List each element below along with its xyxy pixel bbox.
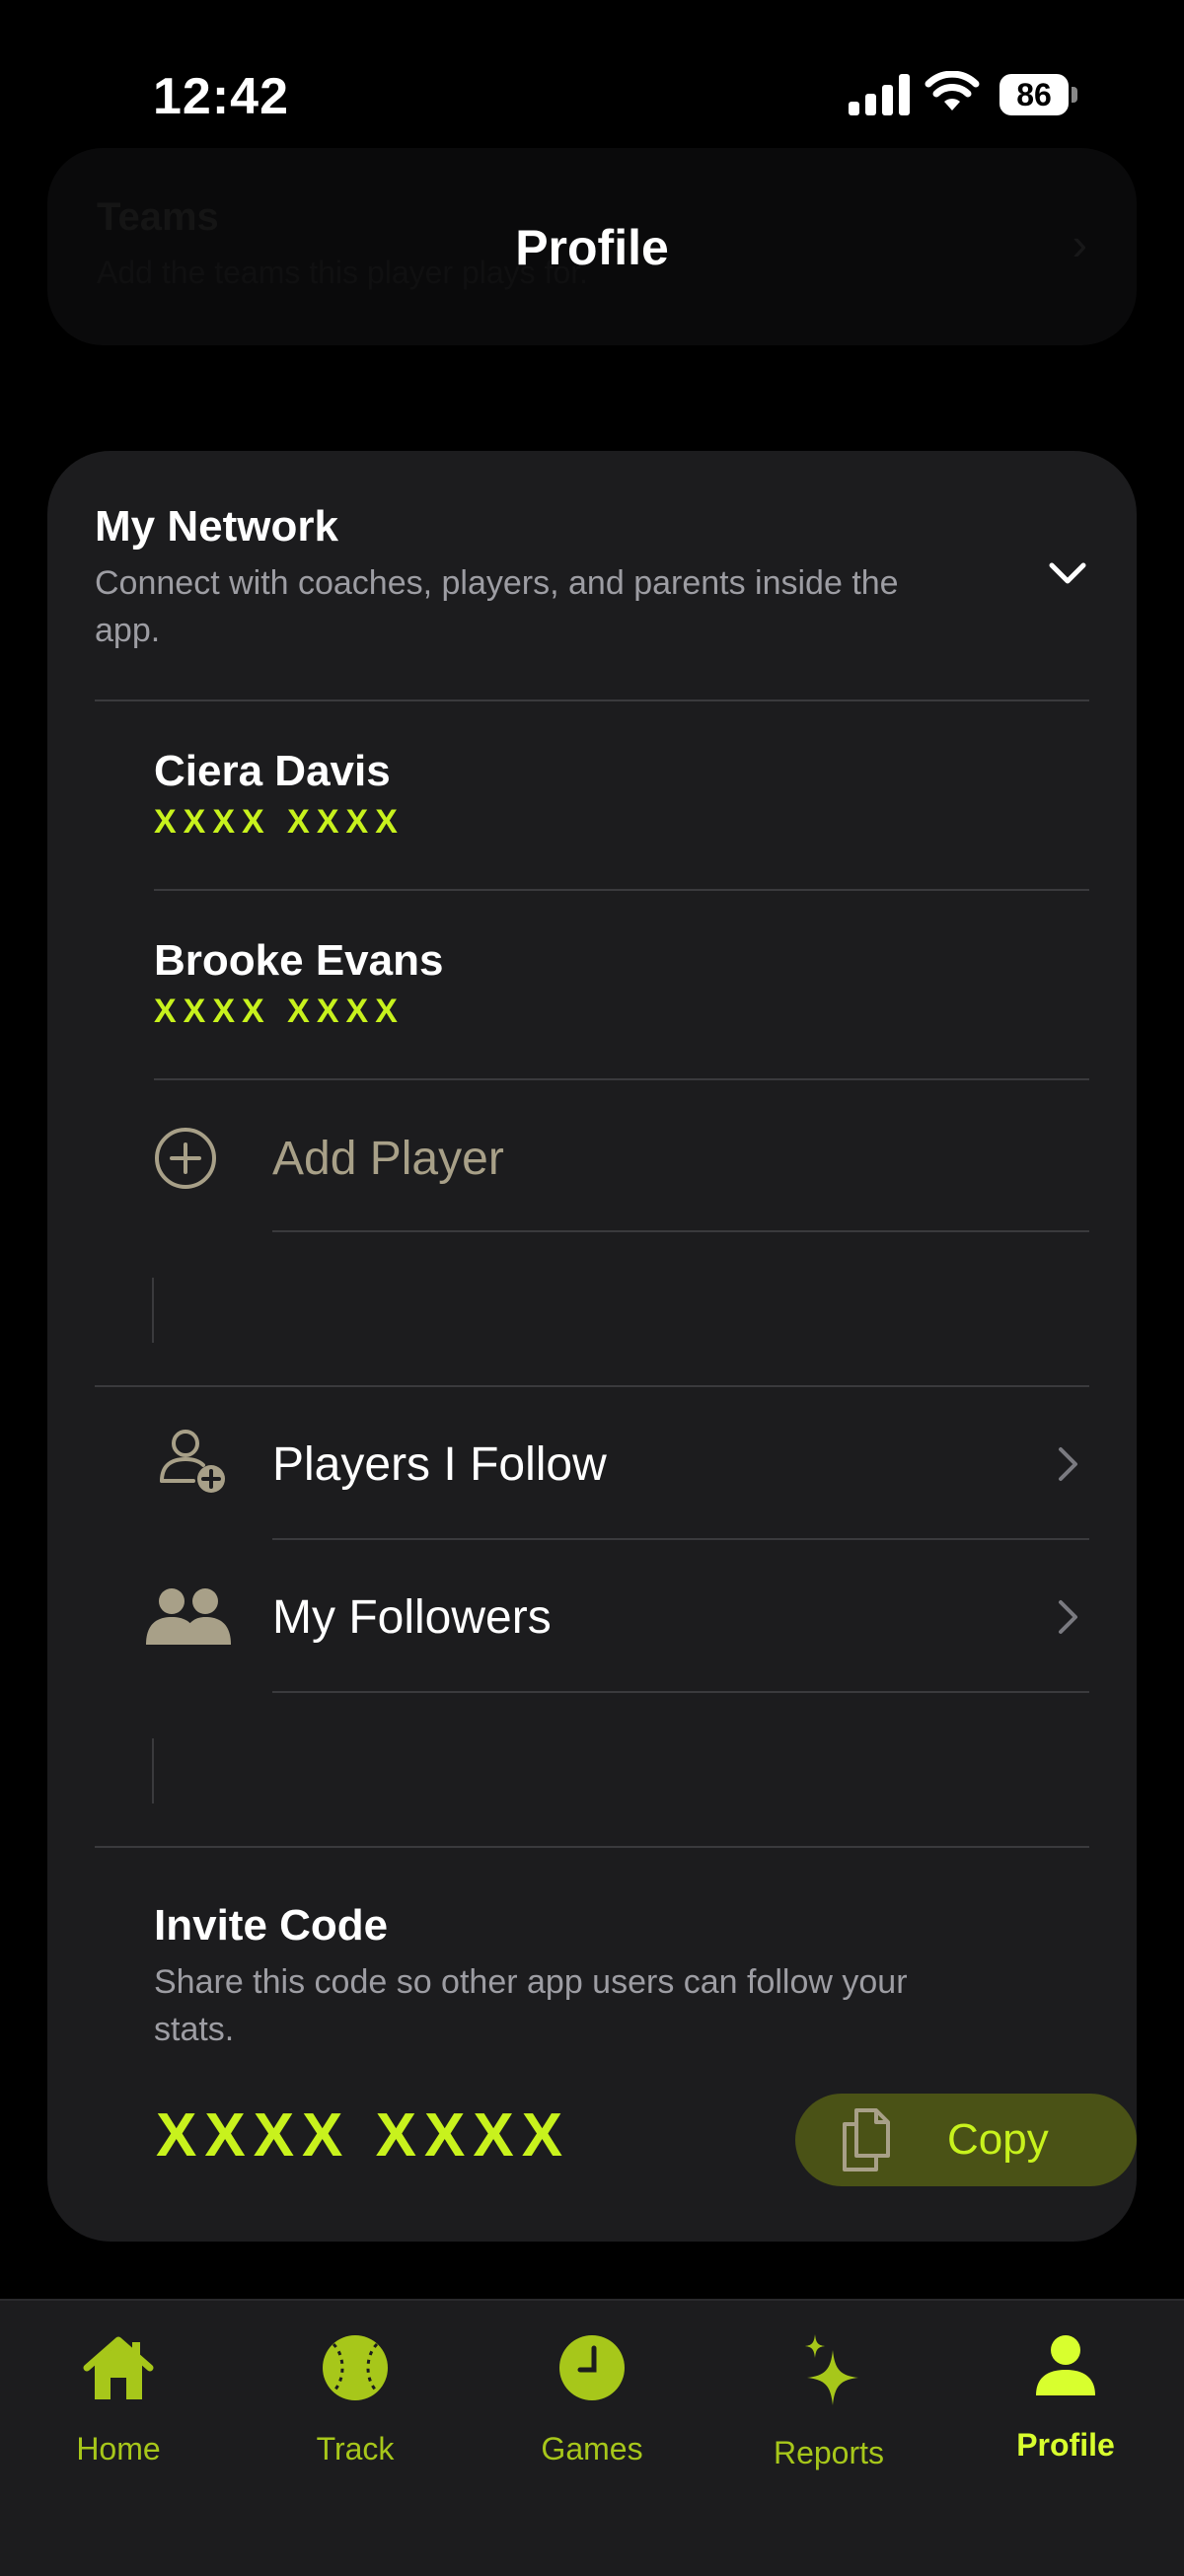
copy-button[interactable]: Copy [795, 2094, 1137, 2186]
clock-icon [559, 2335, 625, 2400]
person-add-icon [160, 1430, 225, 1493]
my-followers-label: My Followers [272, 1591, 552, 1644]
invite-code-value: XXXX XXXX [156, 2101, 571, 2170]
wifi-icon [925, 71, 980, 110]
tab-profile[interactable]: Profile [947, 2330, 1184, 2478]
tab-label: Reports [773, 2435, 885, 2470]
divider [272, 1691, 1089, 1693]
tab-home[interactable]: Home [0, 2330, 237, 2478]
people-icon [146, 1588, 231, 1645]
copy-label: Copy [947, 2115, 1049, 2164]
divider [154, 889, 1089, 891]
sparkle-icon [805, 2334, 858, 2405]
invite-code-title: Invite Code [154, 1901, 389, 1950]
battery-level: 86 [999, 74, 1069, 115]
divider [272, 1230, 1089, 1232]
tab-bar: Home Track Games Reports Profile [0, 2299, 1184, 2576]
player-name: Brooke Evans [154, 936, 444, 985]
chevron-right-icon [1059, 1600, 1077, 1634]
plus-circle-icon [155, 1128, 216, 1189]
page-title: Profile [515, 220, 669, 275]
divider [95, 699, 1089, 701]
tab-track[interactable]: Track [237, 2330, 474, 2478]
divider [154, 1078, 1089, 1080]
cellular-signal-icon [849, 74, 910, 115]
home-icon [83, 2336, 154, 2399]
divider [95, 1385, 1089, 1387]
chevron-down-icon[interactable] [1046, 559, 1089, 589]
divider [272, 1538, 1089, 1540]
battery-icon: 86 [999, 74, 1078, 115]
network-title: My Network [95, 502, 338, 551]
divider [95, 1846, 1089, 1848]
player-name: Ciera Davis [154, 747, 391, 795]
tab-label: Track [316, 2431, 395, 2466]
tab-label: Home [76, 2431, 161, 2466]
tab-reports[interactable]: Reports [710, 2330, 947, 2478]
status-bar: 12:42 86 [0, 0, 1184, 148]
players-i-follow-label: Players I Follow [272, 1438, 607, 1491]
invite-code-description: Share this code so other app users can f… [154, 1963, 908, 2048]
copy-icon [843, 2108, 890, 2171]
add-player-label: Add Player [272, 1133, 504, 1185]
tab-label: Profile [1016, 2427, 1115, 2463]
softball-icon [323, 2335, 388, 2400]
spacer-line [152, 1278, 154, 1343]
person-icon [1036, 2335, 1095, 2395]
tab-label: Games [541, 2431, 643, 2466]
my-network-card: My Network Connect with coaches, players… [47, 451, 1137, 2242]
spacer-line [152, 1738, 154, 1803]
player-code: XXXX XXXX [154, 803, 405, 841]
tab-games[interactable]: Games [474, 2330, 710, 2478]
status-time: 12:42 [153, 68, 289, 125]
network-description: Connect with coaches, players, and paren… [95, 564, 899, 649]
player-code: XXXX XXXX [154, 993, 405, 1030]
chevron-right-icon [1059, 1447, 1077, 1481]
